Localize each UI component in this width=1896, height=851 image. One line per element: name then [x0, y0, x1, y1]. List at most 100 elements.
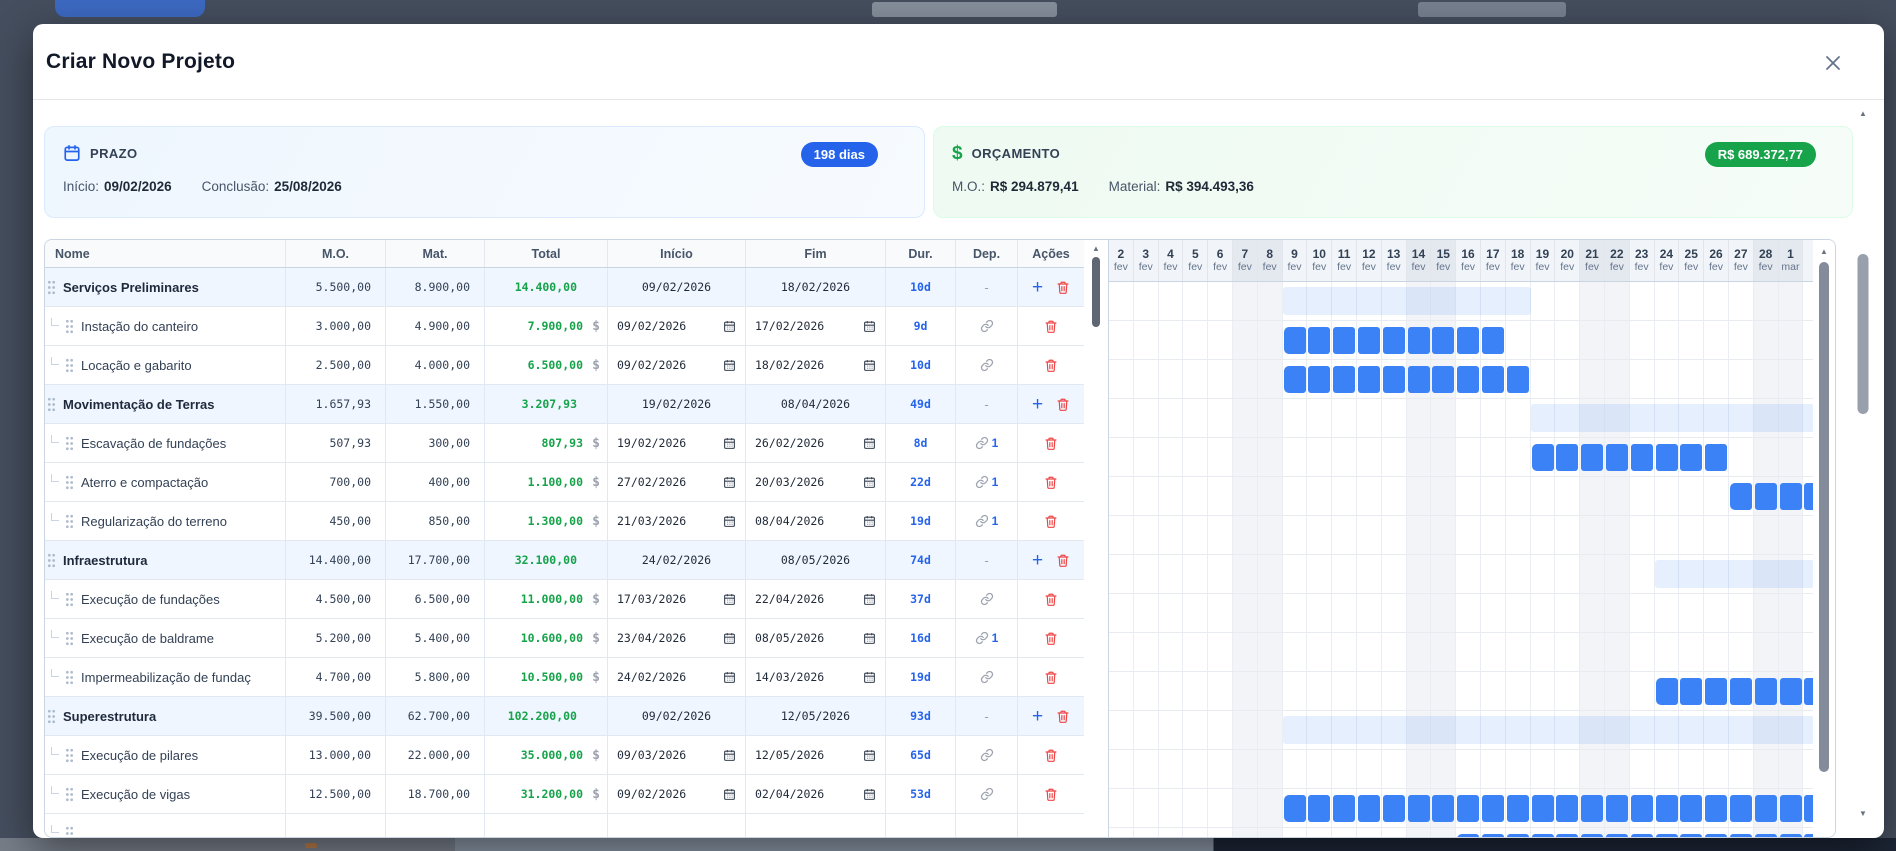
- cell-start-date[interactable]: 09/02/2026: [608, 346, 746, 384]
- trash-icon[interactable]: [1044, 358, 1058, 373]
- calendar-icon[interactable]: [723, 788, 736, 801]
- link-icon[interactable]: [980, 319, 994, 333]
- cell-mo[interactable]: 450,00: [286, 502, 386, 540]
- link-icon[interactable]: [980, 358, 994, 372]
- drag-handle-icon[interactable]: [65, 670, 74, 685]
- cell-name[interactable]: Serviços Preliminares: [45, 268, 286, 306]
- trash-icon[interactable]: [1044, 670, 1058, 685]
- calendar-icon[interactable]: [863, 437, 876, 450]
- cell-start-date[interactable]: [608, 814, 746, 837]
- calendar-icon[interactable]: [863, 788, 876, 801]
- cell-end-date[interactable]: 12/05/2026: [746, 736, 886, 774]
- cell-duration[interactable]: 37d: [886, 580, 956, 618]
- gantt-task-bar[interactable]: [1730, 483, 1814, 510]
- calendar-icon[interactable]: [723, 749, 736, 762]
- cell-end-date[interactable]: 08/04/2026: [746, 502, 886, 540]
- cell-dependencies[interactable]: [956, 580, 1018, 618]
- trash-icon[interactable]: [1056, 397, 1070, 412]
- cell-end-date[interactable]: 14/03/2026: [746, 658, 886, 696]
- calendar-icon[interactable]: [723, 515, 736, 528]
- calendar-icon[interactable]: [723, 359, 736, 372]
- calendar-icon[interactable]: [723, 593, 736, 606]
- gantt-task-bar[interactable]: [1531, 444, 1728, 471]
- cell-name[interactable]: Aterro e compactação: [45, 463, 286, 501]
- cell-mat[interactable]: 850,00: [386, 502, 485, 540]
- cell-duration[interactable]: 53d: [886, 775, 956, 813]
- calendar-icon[interactable]: [863, 476, 876, 489]
- cell-name[interactable]: Execução de baldrame: [45, 619, 286, 657]
- add-subtask-icon[interactable]: +: [1032, 551, 1043, 570]
- cell-end-date[interactable]: 18/02/2026: [746, 346, 886, 384]
- calendar-icon[interactable]: [863, 515, 876, 528]
- gantt-task-bar[interactable]: [1283, 327, 1505, 354]
- cell-start-date[interactable]: 24/02/2026: [608, 658, 746, 696]
- cell-mo[interactable]: 507,93: [286, 424, 386, 462]
- close-icon[interactable]: [1820, 50, 1846, 76]
- cell-dependencies[interactable]: [956, 736, 1018, 774]
- cell-name[interactable]: Instação do canteiro: [45, 307, 286, 345]
- drag-handle-icon[interactable]: [65, 358, 74, 373]
- trash-icon[interactable]: [1044, 319, 1058, 334]
- trash-icon[interactable]: [1044, 514, 1058, 529]
- cell-dependencies[interactable]: [956, 814, 1018, 837]
- cell-duration[interactable]: 8d: [886, 424, 956, 462]
- cell-name[interactable]: Execução de fundações: [45, 580, 286, 618]
- cell-duration[interactable]: 65d: [886, 736, 956, 774]
- cell-name[interactable]: Infraestrutura: [45, 541, 286, 579]
- drag-handle-icon[interactable]: [65, 475, 74, 490]
- gantt-task-bar[interactable]: [1283, 795, 1814, 822]
- add-subtask-icon[interactable]: +: [1032, 395, 1043, 414]
- cell-mo[interactable]: 700,00: [286, 463, 386, 501]
- trash-icon[interactable]: [1056, 709, 1070, 724]
- cell-duration[interactable]: 19d: [886, 658, 956, 696]
- cell-end-date[interactable]: 22/04/2026: [746, 580, 886, 618]
- cell-dependencies[interactable]: [956, 658, 1018, 696]
- chevron-up-icon[interactable]: ▲: [1859, 110, 1867, 118]
- calendar-icon[interactable]: [863, 359, 876, 372]
- cell-dependencies[interactable]: 1: [956, 463, 1018, 501]
- cell-mat[interactable]: 22.000,00: [386, 736, 485, 774]
- cell-mo[interactable]: 4.500,00: [286, 580, 386, 618]
- link-icon[interactable]: [975, 631, 989, 645]
- calendar-icon[interactable]: [723, 671, 736, 684]
- cell-dependencies[interactable]: 1: [956, 424, 1018, 462]
- cell-mat[interactable]: 400,00: [386, 463, 485, 501]
- drag-handle-icon[interactable]: [65, 748, 74, 763]
- table-scrollbar[interactable]: ▲: [1084, 240, 1108, 837]
- calendar-icon[interactable]: [723, 632, 736, 645]
- table-scrollbar-thumb[interactable]: [1092, 257, 1100, 327]
- cell-start-date[interactable]: 09/02/2026: [608, 307, 746, 345]
- cell-dependencies[interactable]: 1: [956, 502, 1018, 540]
- modal-scrollbar[interactable]: ▲ ▼: [1856, 104, 1870, 830]
- drag-handle-icon[interactable]: [65, 787, 74, 802]
- link-icon[interactable]: [975, 475, 989, 489]
- cell-duration[interactable]: 22d: [886, 463, 956, 501]
- calendar-icon[interactable]: [723, 320, 736, 333]
- link-icon[interactable]: [975, 436, 989, 450]
- add-subtask-icon[interactable]: +: [1032, 278, 1043, 297]
- gantt-task-bar[interactable]: [1283, 366, 1530, 393]
- gantt-scrollbar-thumb[interactable]: [1819, 262, 1829, 772]
- cell-end-date[interactable]: 08/05/2026: [746, 619, 886, 657]
- drag-handle-icon[interactable]: [47, 553, 56, 568]
- cell-name[interactable]: [45, 814, 286, 837]
- gantt-task-bar[interactable]: [1457, 834, 1814, 837]
- cell-mo[interactable]: 4.700,00: [286, 658, 386, 696]
- cell-mo[interactable]: [286, 814, 386, 837]
- calendar-icon[interactable]: [863, 749, 876, 762]
- cell-end-date[interactable]: 17/02/2026: [746, 307, 886, 345]
- cell-mat[interactable]: 5.800,00: [386, 658, 485, 696]
- drag-handle-icon[interactable]: [47, 397, 56, 412]
- cell-duration[interactable]: [886, 814, 956, 837]
- cell-name[interactable]: Movimentação de Terras: [45, 385, 286, 423]
- link-icon[interactable]: [980, 670, 994, 684]
- trash-icon[interactable]: [1056, 553, 1070, 568]
- cell-name[interactable]: Escavação de fundações: [45, 424, 286, 462]
- cell-start-date[interactable]: 21/03/2026: [608, 502, 746, 540]
- cell-start-date[interactable]: 09/02/2026: [608, 775, 746, 813]
- cell-name[interactable]: Locação e gabarito: [45, 346, 286, 384]
- cell-end-date[interactable]: 02/04/2026: [746, 775, 886, 813]
- cell-name[interactable]: Execução de vigas: [45, 775, 286, 813]
- cell-mo[interactable]: 3.000,00: [286, 307, 386, 345]
- chevron-up-icon[interactable]: ▲: [1820, 248, 1828, 256]
